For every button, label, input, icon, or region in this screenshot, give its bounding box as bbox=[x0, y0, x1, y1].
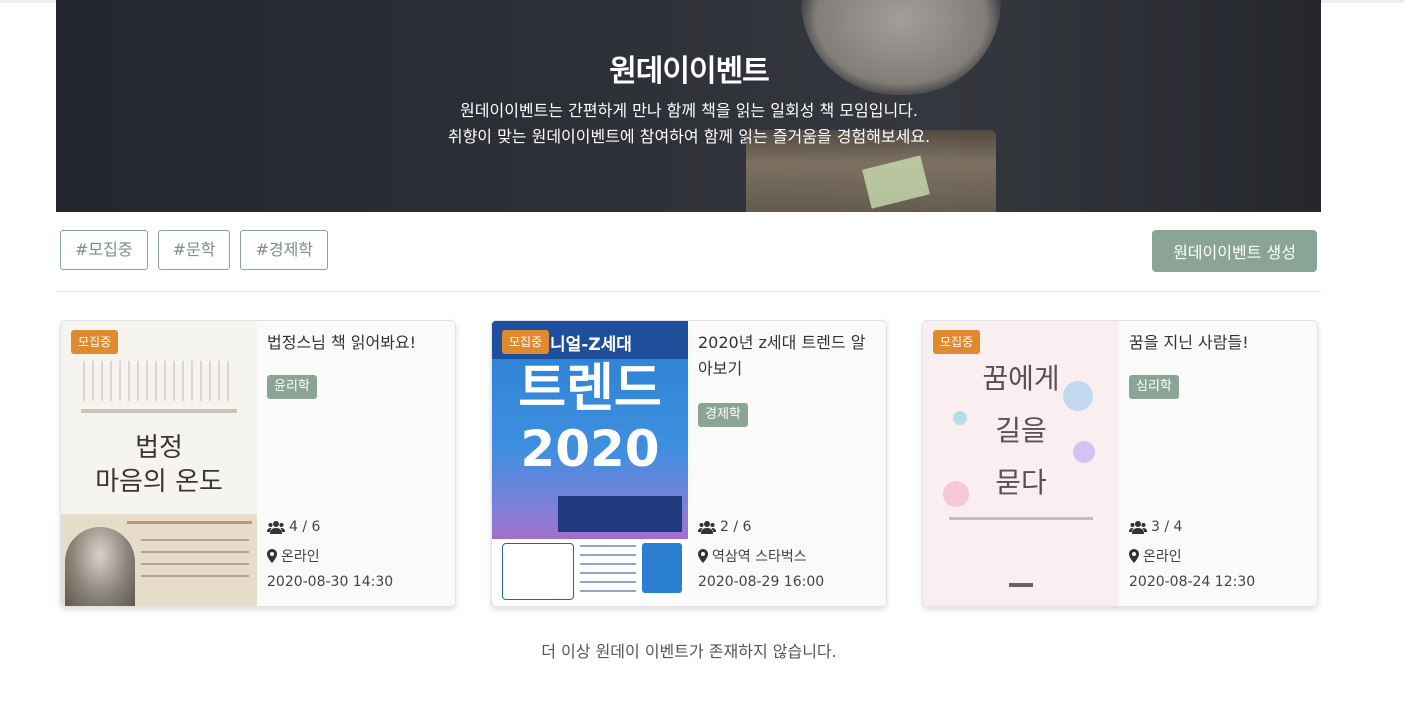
hero-description-line1: 원데이이벤트는 간편하게 만나 함께 책을 읽는 일회성 책 모임입니다. bbox=[460, 101, 918, 120]
category-badge: 경제학 bbox=[698, 403, 748, 427]
cover-quote-box bbox=[502, 543, 574, 600]
users-icon bbox=[698, 521, 716, 534]
category-badge: 윤리학 bbox=[267, 375, 317, 399]
divider bbox=[56, 291, 1321, 292]
cover-title-line2: 2020 bbox=[520, 420, 660, 478]
card-title[interactable]: 2020년 z세대 트렌드 알아보기 bbox=[698, 330, 878, 382]
member-count: 3 / 4 bbox=[1129, 519, 1182, 535]
cover-title-line2: 마음의 온도 bbox=[95, 467, 223, 497]
hero-description: 원데이이벤트는 간편하게 만나 함께 책을 읽는 일회성 책 모임입니다. 취향… bbox=[0, 98, 1378, 150]
member-count-text: 4 / 6 bbox=[289, 519, 321, 535]
filter-recruiting[interactable]: #모집중 bbox=[60, 230, 148, 270]
member-count: 4 / 6 bbox=[267, 519, 320, 535]
cover-band-text: 니얼-Z세대 bbox=[550, 335, 632, 355]
cover-quote-lines bbox=[141, 539, 249, 579]
cover-publisher-mark bbox=[1009, 583, 1033, 587]
book-cover-image: 법정 마음의 온도 bbox=[61, 321, 257, 606]
map-marker-icon bbox=[267, 549, 277, 563]
card-title[interactable]: 법정스님 책 읽어봐요! bbox=[267, 330, 447, 356]
cover-subtitle-line bbox=[81, 409, 237, 413]
location-text: 온라인 bbox=[281, 549, 320, 565]
book-cover-image: 니얼-Z세대 트렌드 2020 bbox=[492, 321, 688, 606]
card-body: 2020년 z세대 트렌드 알아보기 경제학 2 / 6 역삼역 스타벅스 20… bbox=[688, 321, 886, 606]
book-cover-image: 꿈에게 길을 묻다 bbox=[923, 321, 1119, 606]
create-event-button[interactable]: 원데이이벤트 생성 bbox=[1152, 230, 1317, 272]
card-body: 법정스님 책 읽어봐요! 윤리학 4 / 6 온라인 2020-08-30 14… bbox=[257, 321, 455, 606]
status-badge: 모집중 bbox=[933, 330, 981, 354]
event-datetime: 2020-08-29 16:00 bbox=[698, 574, 825, 590]
cover-subtitle-strip bbox=[558, 496, 682, 532]
cover-portrait bbox=[65, 527, 135, 606]
event-datetime: 2020-08-30 14:30 bbox=[267, 574, 394, 590]
cover-title-line1: 꿈에게 bbox=[982, 362, 1060, 395]
location: 역삼역 스타벅스 bbox=[698, 546, 807, 566]
empty-state-message: 더 이상 원데이 이벤트가 존재하지 않습니다. bbox=[541, 642, 837, 661]
filter-economics[interactable]: #경제학 bbox=[240, 230, 329, 270]
cover-text-lines bbox=[580, 545, 636, 593]
cover-title-line3: 묻다 bbox=[995, 466, 1047, 499]
status-badge: 모집중 bbox=[502, 330, 550, 354]
event-card[interactable]: 니얼-Z세대 트렌드 2020 모집중 2020년 z세대 트렌드 알아보기 경… bbox=[491, 320, 887, 607]
hero-title: 원데이이벤트 bbox=[609, 54, 770, 89]
category-badge: 심리학 bbox=[1129, 375, 1179, 399]
member-count-text: 2 / 6 bbox=[720, 519, 752, 535]
map-marker-icon bbox=[1129, 549, 1139, 563]
cover-rain-pattern bbox=[83, 361, 233, 401]
member-count: 2 / 6 bbox=[698, 519, 751, 535]
location: 온라인 bbox=[267, 546, 320, 566]
cover-title-line1: 법정 bbox=[135, 433, 183, 463]
card-title[interactable]: 꿈을 지닌 사람들! bbox=[1129, 330, 1309, 356]
cover-title-line1: 트렌드 bbox=[518, 359, 662, 419]
location: 온라인 bbox=[1129, 546, 1182, 566]
status-badge: 모집중 bbox=[71, 330, 119, 354]
cover-blue-box bbox=[642, 543, 682, 593]
cover-subtitle-line bbox=[949, 517, 1093, 520]
map-marker-icon bbox=[698, 549, 708, 563]
event-card[interactable]: 법정 마음의 온도 모집중 법정스님 책 읽어봐요! 윤리학 4 / 6 온라인… bbox=[60, 320, 456, 607]
users-icon bbox=[1129, 521, 1147, 534]
card-body: 꿈을 지닌 사람들! 심리학 3 / 4 온라인 2020-08-24 12:3… bbox=[1119, 321, 1317, 606]
hero-description-line2: 취향이 맞는 원데이이벤트에 참여하여 함께 읽는 즐거움을 경험해보세요. bbox=[447, 127, 931, 146]
member-count-text: 3 / 4 bbox=[1151, 519, 1183, 535]
location-text: 역삼역 스타벅스 bbox=[712, 549, 807, 565]
location-text: 온라인 bbox=[1143, 549, 1182, 565]
event-datetime: 2020-08-24 12:30 bbox=[1129, 574, 1256, 590]
event-card[interactable]: 꿈에게 길을 묻다 모집중 꿈을 지닌 사람들! 심리학 3 / 4 온라인 2… bbox=[922, 320, 1318, 607]
users-icon bbox=[267, 521, 285, 534]
cover-band-line bbox=[127, 521, 252, 524]
filter-tags: #모집중 #문학 #경제학 bbox=[60, 230, 329, 270]
filter-literature[interactable]: #문학 bbox=[157, 230, 231, 270]
cover-title-line2: 길을 bbox=[995, 414, 1047, 447]
